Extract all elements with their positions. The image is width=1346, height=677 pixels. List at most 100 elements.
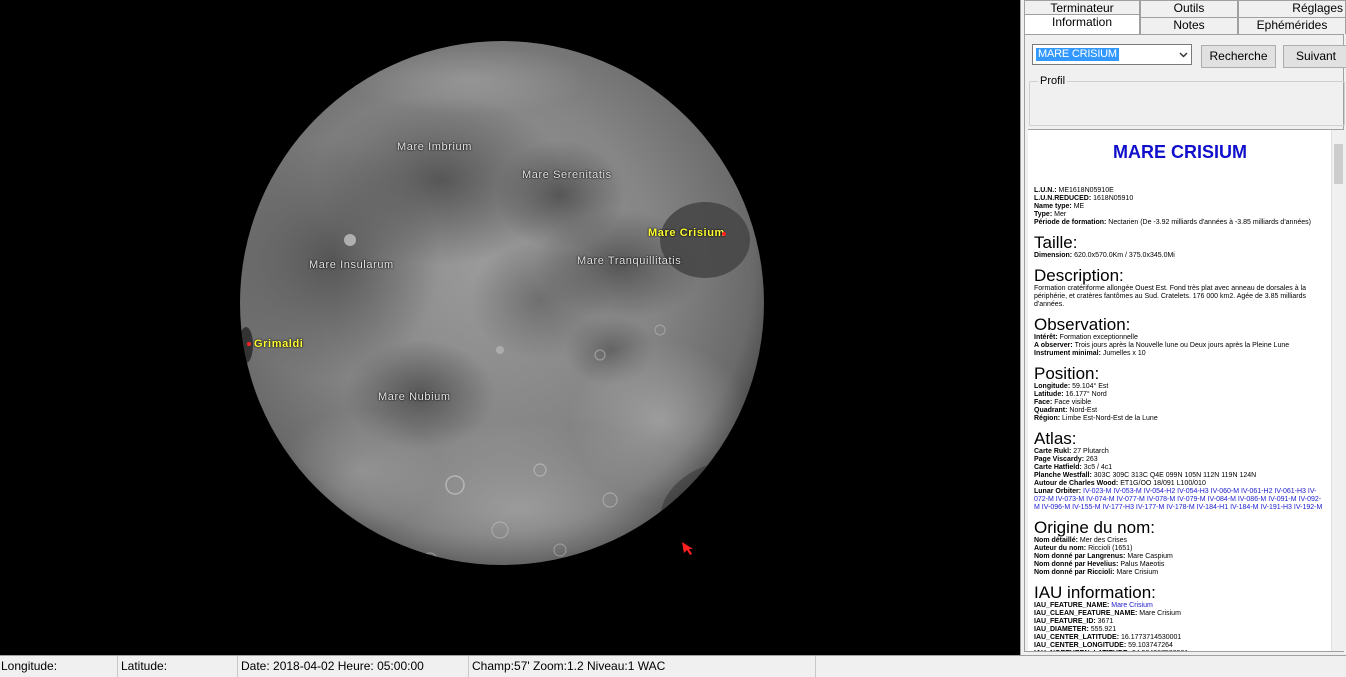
- row-key: L.U.N.REDUCED:: [1034, 195, 1094, 202]
- feature-title: MARE CRISIUM: [1113, 142, 1247, 162]
- section-observation: Observation:: [1034, 315, 1131, 334]
- chevron-down-icon[interactable]: [1175, 45, 1191, 64]
- profil-label: Profil: [1038, 75, 1068, 87]
- observation-row: Intérêt: Formation exceptionnelle: [1034, 334, 1326, 342]
- taille-rows: Dimension: 620.0x570.0Km / 375.0x345.0Mi: [1034, 252, 1326, 260]
- profil-groupbox: Profil: [1029, 75, 1345, 126]
- information-tab-content: MARE CRISIUM Recherche Suivant Profil MA…: [1024, 34, 1346, 652]
- label-mare-nubium[interactable]: Mare Nubium: [378, 391, 451, 403]
- row-value: Formation exceptionnelle: [1059, 334, 1138, 341]
- position-row: Face: Face visible: [1034, 399, 1326, 407]
- iau-row: IAU_CENTER_LONGITUDE: 59.103747264: [1034, 642, 1326, 650]
- row-key: IAU_NORTHERN_LATITUDE:: [1034, 650, 1132, 651]
- row-value: Jumelles x 10: [1102, 350, 1146, 357]
- label-mare-crisium[interactable]: Mare Crisium: [648, 227, 725, 239]
- row-key: Nom donné par Langrenus:: [1034, 553, 1128, 560]
- position-row: Région: Limbe Est-Nord-Est de la Lune: [1034, 415, 1326, 423]
- row-key: Longitude:: [1034, 383, 1073, 390]
- tab-ephemerides[interactable]: Ephémérides: [1238, 17, 1346, 34]
- feature-select-value: MARE CRISIUM: [1036, 48, 1119, 61]
- iau-row: IAU_FEATURE_ID: 3671: [1034, 618, 1326, 626]
- row-key: Name type:: [1034, 203, 1074, 210]
- cursor-arrow-icon: [682, 542, 693, 555]
- row-value: 3c5 / 4c1: [1083, 464, 1113, 471]
- row-key: IAU_FEATURE_ID:: [1034, 618, 1098, 625]
- row-value: 555.921: [1090, 626, 1117, 633]
- tab-notes[interactable]: Notes: [1140, 17, 1238, 34]
- position-row: Latitude: 16.177° Nord: [1034, 391, 1326, 399]
- row-value: Limbe Est-Nord-Est de la Lune: [1062, 415, 1158, 422]
- next-button[interactable]: Suivant: [1283, 45, 1346, 68]
- observation-row: A observer: Trois jours après la Nouvell…: [1034, 342, 1326, 350]
- tab-reglages[interactable]: Réglages: [1238, 0, 1346, 17]
- atlas-row: Autour de Charles Wood: ET1G/OO 18/091 L…: [1034, 480, 1326, 488]
- tab-information[interactable]: Information: [1024, 14, 1140, 34]
- info-scrollbar[interactable]: [1331, 130, 1344, 651]
- header-rows: L.U.N.: ME1618N05910E L.U.N.REDUCED: 1618…: [1034, 187, 1326, 227]
- label-grimaldi[interactable]: Grimaldi: [254, 338, 303, 350]
- row-value: 303C 309C 313C Q4E 099N 105N 112N 119N 1…: [1093, 472, 1257, 479]
- row-key: Dimension:: [1034, 252, 1075, 259]
- row-value: ME1618N05910E: [1058, 187, 1114, 194]
- row-key: L.U.N.:: [1034, 187, 1059, 194]
- section-atlas: Atlas:: [1034, 429, 1077, 448]
- header-row: L.U.N.: ME1618N05910E: [1034, 187, 1326, 195]
- atlas-row: Carte Rukl: 27 Plutarch: [1034, 448, 1326, 456]
- scrollbar-thumb[interactable]: [1334, 144, 1343, 184]
- status-field-zoom: Champ:57' Zoom:1.2 Niveau:1 WAC: [471, 656, 816, 677]
- row-key: IAU_FEATURE_NAME:: [1034, 602, 1112, 609]
- header-row: Période de formation: Nectarien (De -3.9…: [1034, 219, 1326, 227]
- header-row: Type: Mer: [1034, 211, 1326, 219]
- label-mare-serenitatis[interactable]: Mare Serenitatis: [522, 169, 612, 181]
- iau-row: IAU_CLEAN_FEATURE_NAME: Mare Crisium: [1034, 610, 1326, 618]
- status-bar: Longitude: Latitude: Date: 2018-04-02 He…: [0, 655, 1346, 677]
- description-text: Formation cratériforme allongée Ouest Es…: [1034, 285, 1306, 308]
- observation-rows: Intérêt: Formation exceptionnelle A obser…: [1034, 334, 1326, 358]
- origine-rows: Nom détaillé: Mer des Crises Auteur du no…: [1034, 537, 1326, 577]
- origine-row: Auteur du nom: Riccioli (1651): [1034, 545, 1326, 553]
- row-key: Carte Rukl:: [1034, 448, 1074, 455]
- row-value[interactable]: Mare Crisium: [1111, 602, 1153, 609]
- observation-row: Instrument minimal: Jumelles x 10: [1034, 350, 1326, 358]
- row-value: Riccioli (1651): [1088, 545, 1133, 552]
- header-row: L.U.N.REDUCED: 1618N05910: [1034, 195, 1326, 203]
- row-value: Trois jours après la Nouvelle lune ou De…: [1074, 342, 1290, 349]
- row-key: Autour de Charles Wood:: [1034, 480, 1121, 487]
- iau-row: IAU_FEATURE_NAME: Mare Crisium: [1034, 602, 1326, 610]
- row-value: 59.104° Est: [1072, 383, 1109, 390]
- row-value: 263: [1086, 456, 1098, 463]
- row-key: Carte Hatfield:: [1034, 464, 1084, 471]
- row-value: Nectarien (De -3.92 milliards d'années à…: [1108, 219, 1311, 226]
- row-value: Mer: [1054, 211, 1067, 218]
- row-value: 16.177° Nord: [1065, 391, 1107, 398]
- status-longitude: Longitude:: [0, 656, 118, 677]
- atlas-rows: Carte Rukl: 27 Plutarch Page Viscardy: 26…: [1034, 448, 1326, 488]
- origine-row: Nom donné par Hevelius: Palus Maeotis: [1034, 561, 1326, 569]
- iau-row: IAU_NORTHERN_LATITUDE: 24.534387538501: [1034, 650, 1326, 651]
- row-key: Planche Westfall:: [1034, 472, 1094, 479]
- moon-image[interactable]: [0, 0, 1020, 655]
- label-mare-imbrium[interactable]: Mare Imbrium: [397, 141, 472, 153]
- search-button[interactable]: Recherche: [1201, 45, 1276, 68]
- label-mare-insularum[interactable]: Mare Insularum: [309, 259, 394, 271]
- moon-viewport[interactable]: Mare Imbrium Mare Serenitatis Mare Crisi…: [0, 0, 1020, 655]
- iau-row: IAU_CENTER_LATITUDE: 16.1773714530001: [1034, 634, 1326, 642]
- label-mare-tranquillitatis[interactable]: Mare Tranquillitatis: [577, 255, 681, 267]
- row-value: 3671: [1097, 618, 1114, 625]
- row-key: IAU_DIAMETER:: [1034, 626, 1091, 633]
- info-document[interactable]: MARE CRISIUM L.U.N.: ME1618N05910E L.U.N.…: [1028, 129, 1344, 651]
- origine-row: Nom donné par Riccioli: Mare Crisium: [1034, 569, 1326, 577]
- row-value: Nord-Est: [1069, 407, 1098, 414]
- row-value: 16.1773714530001: [1120, 634, 1182, 641]
- position-row: Quadrant: Nord-Est: [1034, 407, 1326, 415]
- row-value: 27 Plutarch: [1073, 448, 1109, 455]
- tab-outils[interactable]: Outils: [1140, 0, 1238, 17]
- row-key: IAU_CENTER_LATITUDE:: [1034, 634, 1121, 641]
- row-value: ME: [1073, 203, 1085, 210]
- row-value: Mare Caspium: [1127, 553, 1173, 560]
- feature-select[interactable]: MARE CRISIUM: [1032, 44, 1192, 65]
- section-description: Description:: [1034, 266, 1124, 285]
- lunar-orbiter-row: Lunar Orbiter: IV-023-M IV-053-M IV-054-…: [1034, 488, 1326, 512]
- row-key: IAU_CLEAN_FEATURE_NAME:: [1034, 610, 1140, 617]
- mare-crisium-marker: [722, 232, 726, 236]
